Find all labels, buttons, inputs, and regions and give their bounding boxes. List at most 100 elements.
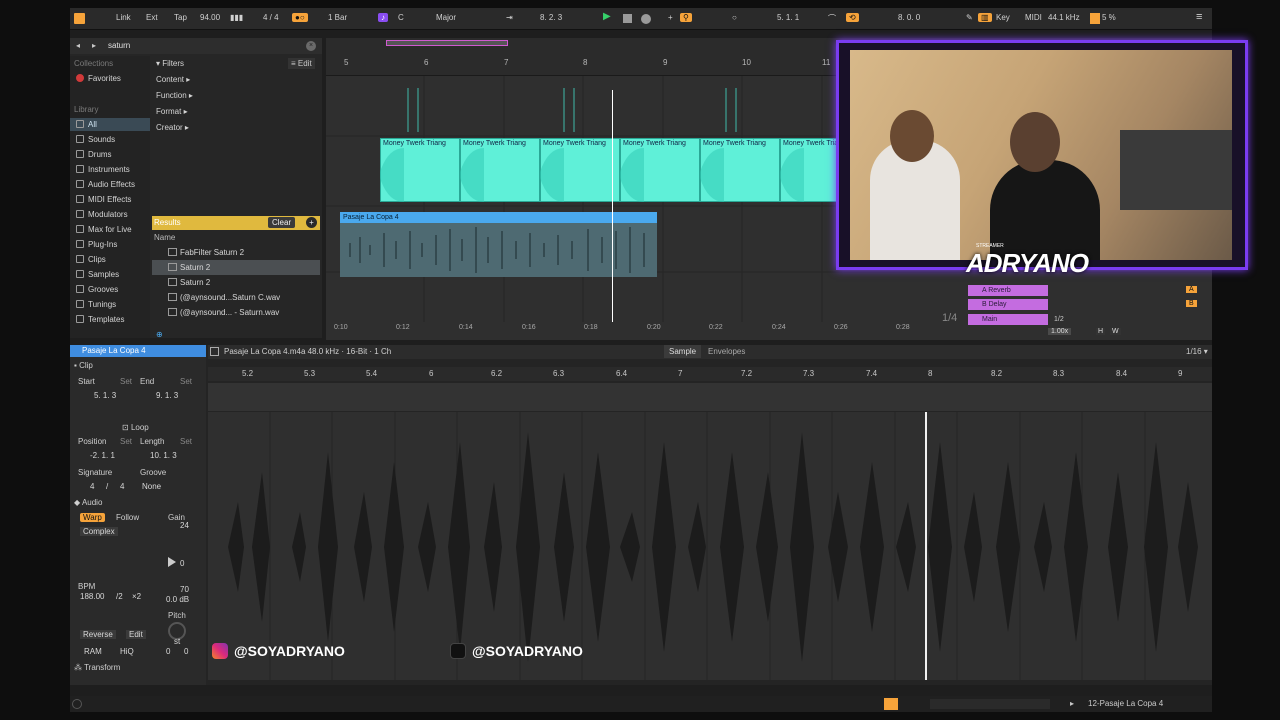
result-row[interactable]: FabFilter Saturn 2 — [152, 245, 320, 260]
tab-envelopes[interactable]: Envelopes — [708, 347, 745, 356]
position-set-button[interactable]: Set — [120, 437, 132, 446]
grid-dropdown[interactable]: 1/16 ▾ — [1186, 347, 1208, 356]
warp-mode-dropdown[interactable]: Complex — [80, 527, 118, 536]
browser-search-input[interactable]: saturn — [108, 41, 130, 50]
return-b-activator[interactable]: B — [1186, 300, 1197, 307]
automation-arm-icon[interactable]: ⚲ — [680, 13, 692, 22]
back-icon[interactable]: ◂ — [76, 41, 80, 50]
link-button[interactable]: Link — [116, 13, 131, 22]
start-field[interactable]: 5. 1. 3 — [94, 391, 116, 400]
groove-dropdown[interactable]: None — [142, 482, 161, 491]
bpm-field[interactable]: 188.00 — [80, 592, 104, 601]
loop-start-field[interactable]: 5. 1. 1 — [777, 13, 799, 22]
loop-circle-icon[interactable]: ○ — [732, 13, 737, 22]
h-button[interactable]: H — [1096, 328, 1106, 335]
sidebar-item-tunings[interactable]: Tunings — [76, 300, 116, 309]
menu-icon[interactable]: ≡ — [1196, 11, 1202, 23]
halve-tempo-button[interactable]: /2 — [116, 592, 123, 601]
audio-clip-header[interactable]: Pasaje La Copa 4 — [340, 212, 657, 223]
result-row[interactable]: Saturn 2 — [152, 275, 320, 290]
sidebar-item-samples[interactable]: Samples — [76, 270, 119, 279]
key-root-dropdown[interactable]: C — [398, 13, 404, 22]
ext-sync-button[interactable]: Ext — [146, 13, 158, 22]
loop-toggle-button[interactable]: ⟲ — [846, 13, 859, 22]
return-track-b[interactable]: B Delay — [968, 299, 1048, 310]
loop-toggle[interactable]: ⊡ Loop — [122, 423, 149, 432]
result-row-selected[interactable]: Saturn 2 — [152, 260, 320, 275]
sidebar-item-midi-effects[interactable]: MIDI Effects — [76, 195, 131, 204]
add-icon[interactable]: + — [668, 13, 673, 22]
double-tempo-button[interactable]: ×2 — [132, 592, 141, 601]
clear-results-button[interactable]: Clear — [268, 217, 296, 228]
key-map-button[interactable]: Key — [996, 13, 1010, 22]
metronome-bars-icon[interactable]: ▮▮▮ — [230, 13, 243, 22]
follow-button[interactable]: Follow — [116, 513, 139, 522]
gain-slider-handle[interactable] — [168, 557, 176, 567]
zoom-display[interactable]: 1.00x — [1048, 328, 1072, 335]
record-icon[interactable] — [641, 14, 651, 24]
length-field[interactable]: 10. 1. 3 — [150, 451, 177, 460]
sidebar-item-plug-ins[interactable]: Plug-Ins — [76, 240, 117, 249]
audio-clip-body[interactable] — [340, 223, 657, 277]
sidebar-item-modulators[interactable]: Modulators — [76, 210, 128, 219]
result-row[interactable]: (@aynsound...Saturn C.wav — [152, 290, 320, 305]
ram-button[interactable]: RAM — [84, 647, 102, 656]
return-a-activator[interactable]: A — [1186, 286, 1197, 293]
song-position-field[interactable]: 8. 2. 3 — [540, 13, 562, 22]
sample-waveform-display[interactable] — [208, 412, 1212, 680]
tap-tempo-button[interactable]: Tap — [174, 13, 187, 22]
sidebar-item-max-for-live[interactable]: Max for Live — [76, 225, 132, 234]
metronome-button[interactable]: ●○ — [292, 13, 308, 22]
filter-format[interactable]: Format ▸ — [156, 107, 188, 116]
sidebar-item-audio-effects[interactable]: Audio Effects — [76, 180, 135, 189]
filter-function[interactable]: Function ▸ — [156, 91, 193, 100]
length-set-button[interactable]: Set — [180, 437, 192, 446]
overview-scroller[interactable] — [386, 40, 508, 46]
main-track[interactable]: Main — [968, 314, 1048, 325]
sidebar-item-grooves[interactable]: Grooves — [76, 285, 118, 294]
gain-value[interactable]: 0.0 dB — [166, 595, 189, 604]
crossfade-dropdown[interactable]: 1/2 — [1054, 316, 1064, 323]
edit-sample-button[interactable]: Edit — [126, 630, 146, 639]
add-result-icon[interactable]: + — [306, 217, 317, 228]
sidebar-item-clips[interactable]: Clips — [76, 255, 106, 264]
punch-icon[interactable]: ⌒ — [828, 13, 836, 24]
add-folder-icon[interactable]: ⊕ — [156, 330, 163, 339]
reverse-button[interactable]: Reverse — [80, 630, 116, 639]
scale-mode-button[interactable]: ♪ — [378, 13, 388, 22]
name-column-header[interactable]: Name — [154, 233, 175, 242]
position-field[interactable]: -2. 1. 1 — [90, 451, 115, 460]
pitch-semitones[interactable]: 0 — [166, 647, 170, 656]
stop-icon[interactable] — [623, 14, 632, 23]
signature-denominator[interactable]: 4 — [120, 482, 124, 491]
midi-map-button[interactable]: MIDI — [1025, 13, 1042, 22]
w-button[interactable]: W — [1110, 328, 1121, 335]
time-signature-field[interactable]: 4 / 4 — [263, 13, 279, 22]
filters-edit-button[interactable]: ≡ Edit — [288, 58, 315, 69]
filters-toggle[interactable]: ▾ Filters — [156, 59, 184, 68]
start-set-button[interactable]: Set — [120, 377, 132, 386]
sidebar-item-sounds[interactable]: Sounds — [76, 135, 115, 144]
overview-warning-icon[interactable] — [884, 698, 898, 710]
draw-mode-icon[interactable]: ✎ — [966, 13, 973, 22]
scale-dropdown[interactable]: Major — [436, 13, 456, 22]
filter-creator[interactable]: Creator ▸ — [156, 123, 189, 132]
app-menu-icon[interactable] — [74, 13, 85, 24]
result-row[interactable]: (@aynsound... - Saturn.wav — [152, 305, 320, 320]
info-icon[interactable] — [72, 699, 82, 709]
follow-icon[interactable]: ⇥ — [506, 13, 513, 22]
hiq-button[interactable]: HiQ — [120, 647, 134, 656]
tempo-field[interactable]: 94.00 — [200, 13, 220, 22]
clip-section-header[interactable]: ▪ Clip — [74, 361, 93, 370]
return-track-a[interactable]: A Reverb — [968, 285, 1048, 296]
tab-sample[interactable]: Sample — [664, 345, 702, 358]
keyboard-icon[interactable]: ▥ — [978, 13, 992, 22]
forward-icon[interactable]: ▸ — [92, 41, 96, 50]
warp-marker-lane[interactable] — [208, 383, 1212, 411]
sidebar-item-drums[interactable]: Drums — [76, 150, 112, 159]
loop-length-field[interactable]: 8. 0. 0 — [898, 13, 920, 22]
pitch-cents[interactable]: 0 — [184, 647, 188, 656]
end-field[interactable]: 9. 1. 3 — [156, 391, 178, 400]
overview-minimap[interactable] — [930, 699, 1050, 709]
end-set-button[interactable]: Set — [180, 377, 192, 386]
